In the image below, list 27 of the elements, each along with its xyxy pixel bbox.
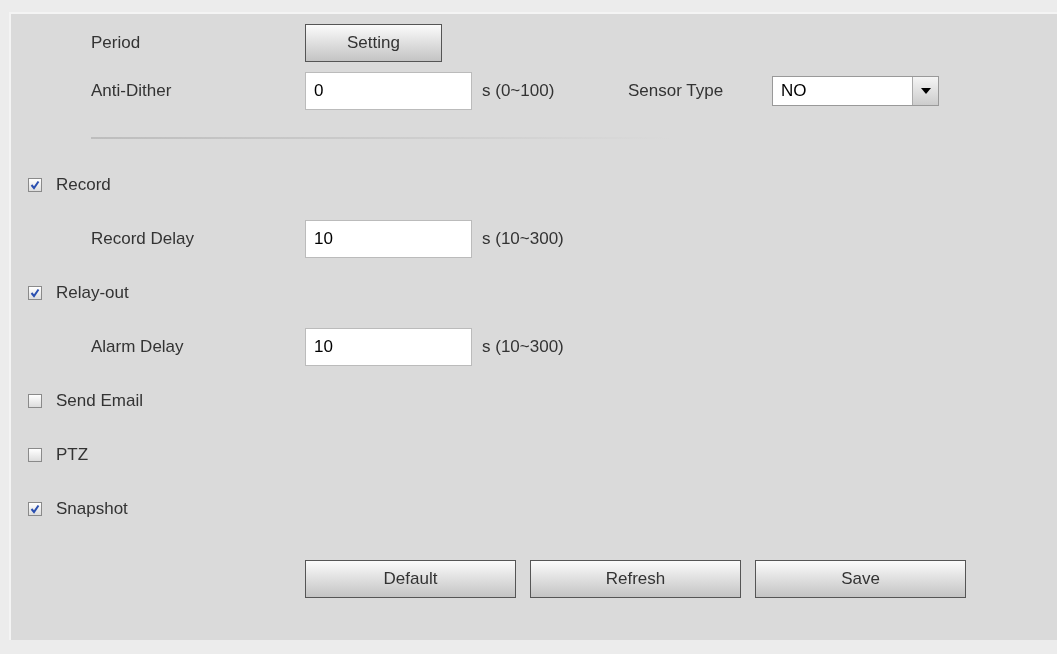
checkbox-label: Relay-out bbox=[56, 282, 129, 305]
checkbox-label: Snapshot bbox=[56, 498, 128, 521]
unit-label: s (10~300) bbox=[482, 336, 565, 359]
field-label: Alarm Delay bbox=[91, 336, 185, 359]
field-label: Anti-Dither bbox=[91, 80, 173, 103]
checkbox[interactable] bbox=[28, 394, 42, 408]
checkbox-label: PTZ bbox=[56, 444, 89, 467]
checkbox[interactable] bbox=[28, 448, 42, 462]
caret-down-icon bbox=[920, 88, 931, 94]
checkbox-label: Send Email bbox=[56, 390, 143, 413]
checkbox-label: Record bbox=[56, 174, 111, 197]
field-label: Period bbox=[91, 32, 142, 55]
unit-label: s (10~300) bbox=[482, 228, 565, 251]
action-button[interactable]: Refresh bbox=[530, 560, 741, 598]
field-label: Sensor Type bbox=[628, 80, 725, 103]
unit-label: s (0~100) bbox=[482, 80, 556, 103]
action-button[interactable]: Save bbox=[755, 560, 966, 598]
dropdown[interactable]: NO bbox=[772, 76, 939, 106]
text-field[interactable]: 0 bbox=[305, 72, 472, 110]
text-field[interactable]: 10 bbox=[305, 328, 472, 366]
text-field[interactable]: 10 bbox=[305, 220, 472, 258]
action-button[interactable]: Default bbox=[305, 560, 516, 598]
field-label: Record Delay bbox=[91, 228, 195, 251]
checkbox[interactable] bbox=[28, 502, 42, 516]
checkbox[interactable] bbox=[28, 178, 42, 192]
setting-button[interactable]: Setting bbox=[305, 24, 442, 62]
checkbox[interactable] bbox=[28, 286, 42, 300]
